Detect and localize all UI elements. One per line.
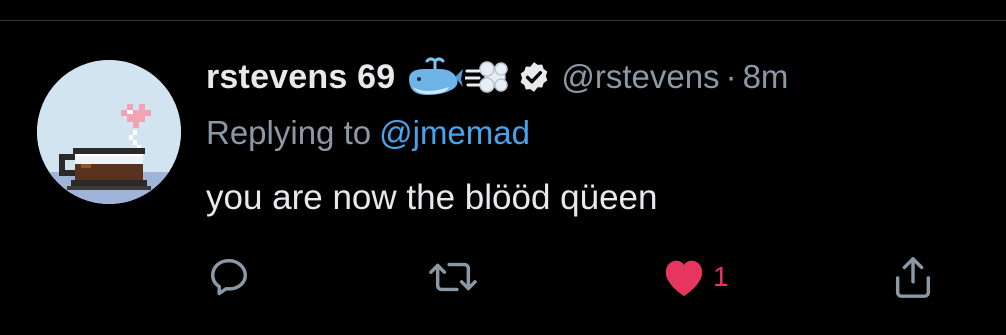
spouting-whale-emoji-icon	[405, 57, 464, 97]
separator-dot: ·	[725, 58, 737, 95]
replying-prefix: Replying to	[206, 114, 372, 151]
coffee-pot-avatar-icon	[37, 60, 181, 204]
retweet-icon	[429, 262, 477, 292]
like-button[interactable]: 1	[661, 250, 729, 304]
reply-icon	[210, 258, 248, 296]
tweet[interactable]: rstevens 69 @rstevens · 8m Replying to @…	[0, 21, 1006, 335]
heart-icon	[665, 260, 703, 297]
replying-handle-link[interactable]: @jmemad	[379, 114, 530, 151]
timestamp[interactable]: 8m	[743, 58, 789, 96]
action-bar: 1	[206, 250, 946, 304]
retweet-button[interactable]	[428, 250, 478, 304]
tweet-content: rstevens 69 @rstevens · 8m Replying to @…	[206, 49, 986, 221]
avatar[interactable]	[37, 60, 181, 204]
share-icon	[895, 257, 931, 298]
share-button[interactable]	[890, 250, 936, 304]
tweet-header: rstevens 69 @rstevens · 8m	[206, 49, 986, 105]
replying-to: Replying to @jmemad	[206, 111, 986, 155]
reply-button[interactable]	[206, 250, 252, 304]
like-count: 1	[713, 261, 729, 292]
user-handle[interactable]: @rstevens	[561, 58, 719, 96]
dash-emoji-icon	[465, 57, 509, 97]
verified-badge-icon	[517, 60, 551, 94]
tweet-text: you are now the blööd qüeen	[206, 178, 658, 217]
display-name[interactable]: rstevens 69	[206, 58, 395, 97]
